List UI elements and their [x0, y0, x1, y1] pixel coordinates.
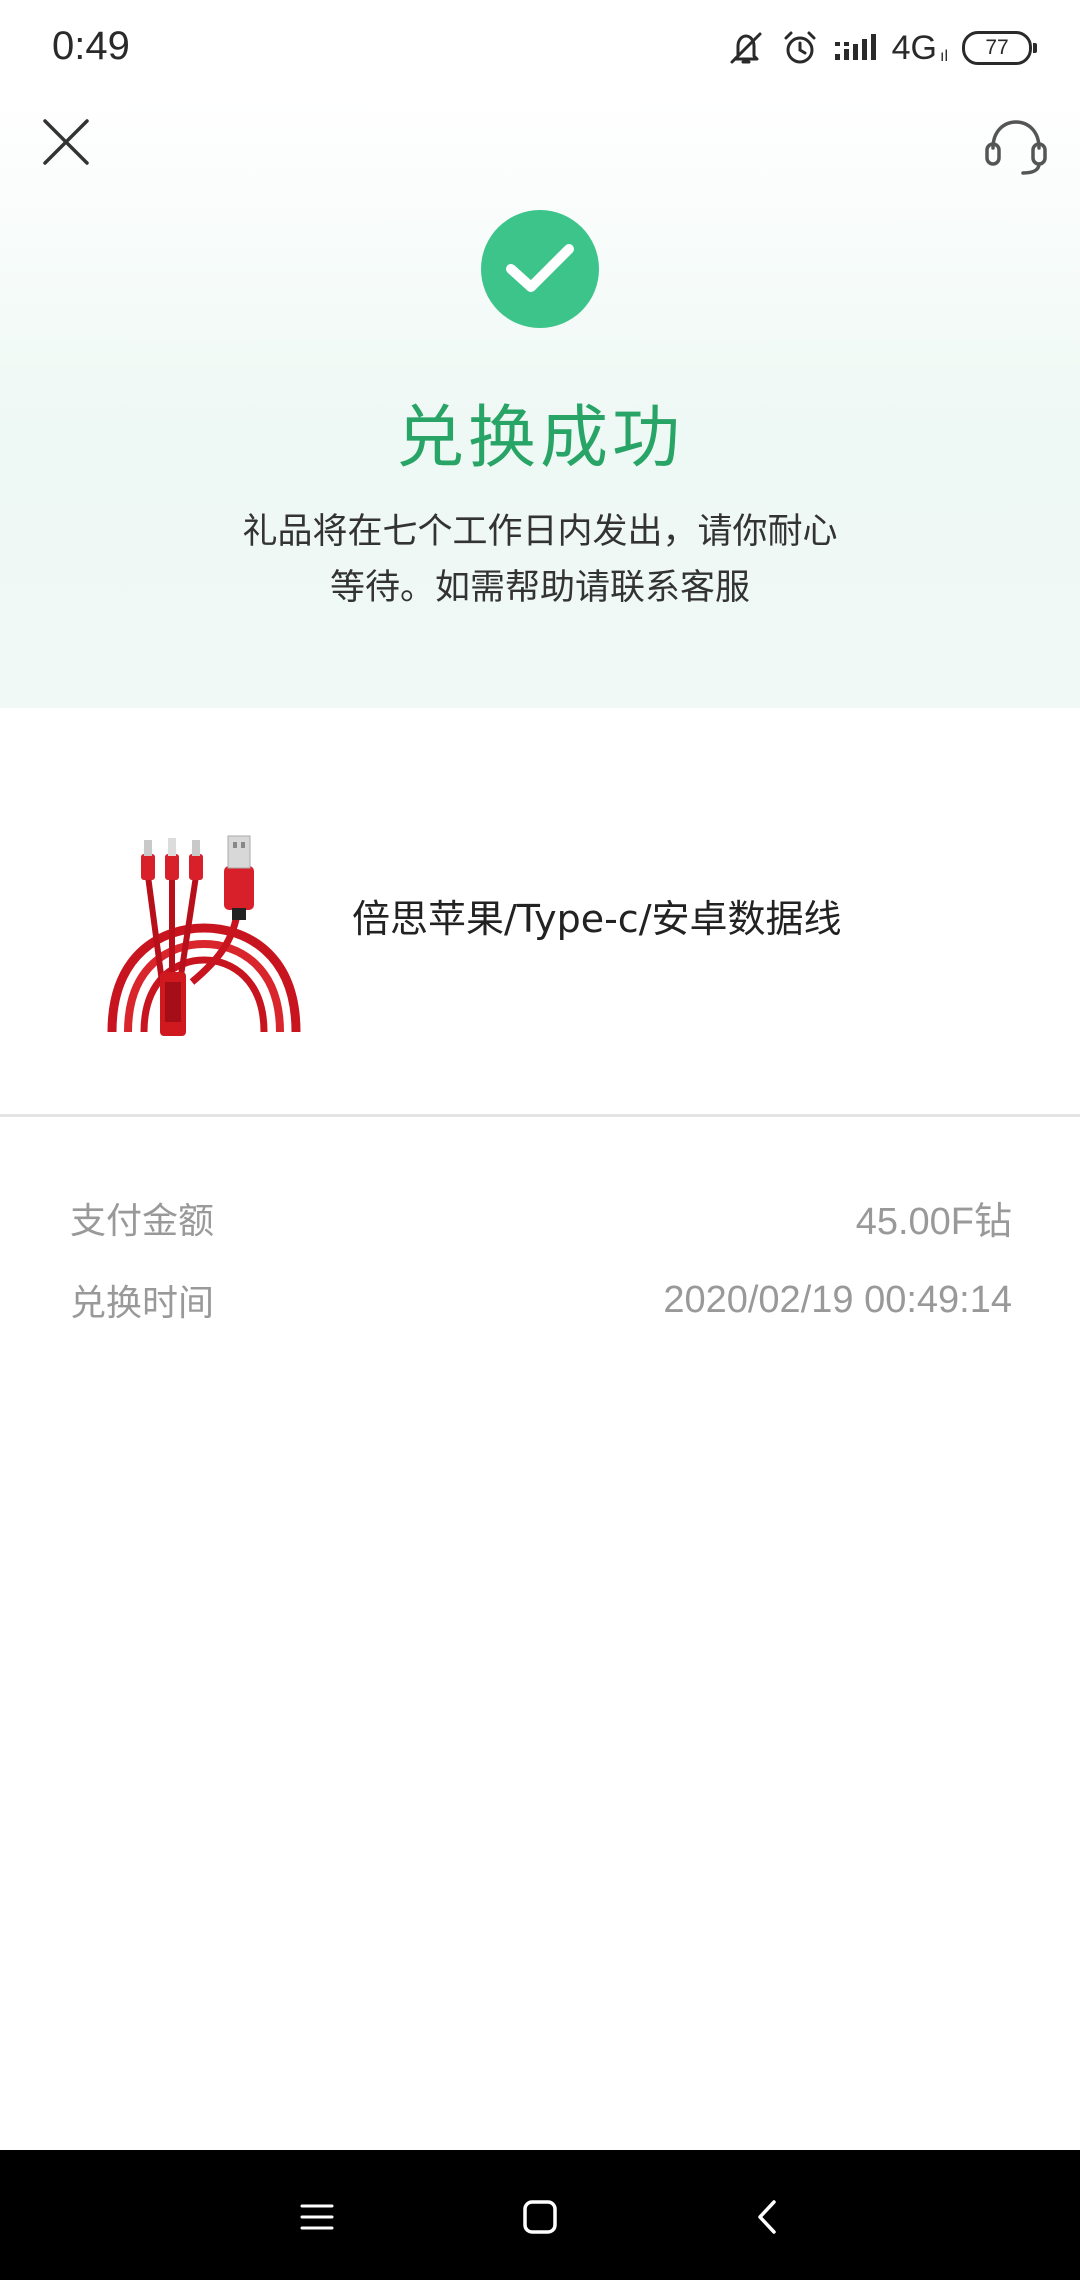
back-button[interactable] [722, 2172, 812, 2262]
battery-level: 77 [985, 36, 1009, 59]
close-icon [43, 119, 89, 165]
battery-icon: 77 [962, 31, 1037, 65]
success-badge [481, 210, 599, 328]
recent-apps-button[interactable] [272, 2172, 362, 2262]
payment-amount-label: 支付金额 [70, 1200, 215, 1242]
home-button[interactable] [495, 2172, 585, 2262]
product-name: 倍思苹果/Type-c/安卓数据线 [352, 897, 842, 941]
system-nav-bar [0, 2150, 1080, 2280]
section-divider [0, 1114, 1080, 1117]
back-icon [758, 2200, 776, 2234]
network-type: 4G ıl [892, 29, 948, 68]
network-label: 4G [891, 28, 937, 67]
payment-amount-value: 45.00F钻 [855, 1201, 1012, 1243]
status-icons: 4G ıl 77 [726, 26, 1037, 70]
exchange-success-screen: 0:49 4G ıl 77 兑换成功 礼品将在七个工作日内发出，请你耐心等待。如… [0, 0, 1080, 2280]
customer-service-button[interactable] [976, 106, 1056, 186]
mute-icon [726, 28, 766, 68]
cable-image [107, 835, 301, 1036]
customer-service-icon [985, 120, 1047, 175]
home-icon [523, 2200, 557, 2234]
status-time: 0:49 [52, 24, 130, 68]
payment-amount-row: 支付金额 45.00F钻 [70, 1190, 1012, 1245]
exchange-time-row: 兑换时间 2020/02/19 00:49:14 [70, 1274, 1012, 1326]
exchange-time-value: 2020/02/19 00:49:14 [663, 1278, 1012, 1321]
result-title: 兑换成功 [395, 399, 684, 478]
product-image [104, 832, 304, 1036]
status-bar: 0:49 4G ıl 77 [0, 0, 1080, 96]
check-icon [506, 244, 574, 292]
menu-icon [300, 2204, 334, 2230]
network-activity: ıl [940, 47, 948, 65]
close-button[interactable] [30, 106, 102, 178]
alarm-icon [780, 28, 820, 68]
result-description: 礼品将在七个工作日内发出，请你耐心等待。如需帮助请联系客服 [242, 512, 838, 608]
signal-icon [834, 28, 878, 68]
exchange-time-label: 兑换时间 [70, 1283, 215, 1324]
